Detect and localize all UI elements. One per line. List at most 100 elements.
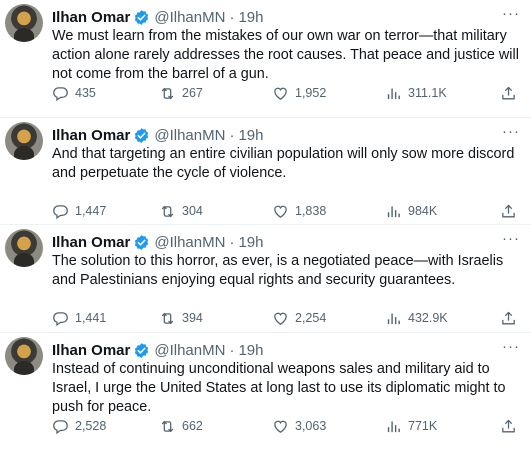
tweet-actions: 435 267 1,952 311.1K bbox=[52, 84, 522, 102]
views-button[interactable]: 432.9K bbox=[385, 309, 448, 327]
share-icon bbox=[502, 311, 515, 324]
reply-button[interactable]: 2,528 bbox=[52, 417, 106, 435]
more-options-icon[interactable]: ··· bbox=[501, 339, 521, 359]
repost-button[interactable]: 662 bbox=[159, 417, 203, 435]
tweet-text: Instead of continuing unconditional weap… bbox=[52, 361, 506, 415]
tweet-header: Ilhan Omar @IlhanMN · 19h bbox=[52, 340, 263, 360]
reply-icon bbox=[53, 311, 68, 326]
repost-button[interactable]: 304 bbox=[159, 202, 203, 220]
repost-button[interactable]: 267 bbox=[159, 84, 203, 102]
timestamp[interactable]: 19h bbox=[238, 342, 263, 359]
tweet-text: And that targeting an entire civilian po… bbox=[52, 146, 515, 181]
share-icon bbox=[502, 86, 515, 99]
share-icon bbox=[502, 419, 515, 432]
reply-icon bbox=[53, 204, 68, 219]
separator: · bbox=[229, 8, 235, 26]
author-name[interactable]: Ilhan Omar bbox=[52, 342, 130, 359]
author-handle[interactable]: @IlhanMN bbox=[154, 234, 225, 251]
like-button[interactable]: 3,063 bbox=[272, 417, 326, 435]
reply-icon bbox=[53, 86, 68, 101]
tweet-text: The solution to this horror, as ever, is… bbox=[52, 253, 504, 288]
timestamp[interactable]: 19h bbox=[238, 9, 263, 26]
like-count: 2,254 bbox=[295, 311, 327, 325]
reply-count: 435 bbox=[75, 86, 96, 100]
views-button[interactable]: 311.1K bbox=[385, 84, 447, 102]
author-name[interactable]: Ilhan Omar bbox=[52, 234, 130, 251]
verified-badge-icon bbox=[135, 9, 149, 25]
repost-icon bbox=[161, 420, 174, 432]
repost-icon bbox=[161, 312, 174, 324]
view-count: 984K bbox=[408, 204, 438, 218]
views-button[interactable]: 984K bbox=[385, 202, 437, 220]
like-count: 3,063 bbox=[295, 419, 327, 433]
tweet[interactable]: Ilhan Omar @IlhanMN · 19h ··· And that t… bbox=[0, 117, 531, 221]
heart-icon bbox=[274, 87, 287, 100]
share-button[interactable] bbox=[500, 84, 523, 102]
repost-count: 267 bbox=[182, 86, 203, 100]
tweet-actions: 1,441 394 2,254 432.9K bbox=[52, 309, 522, 327]
author-name[interactable]: Ilhan Omar bbox=[52, 127, 130, 144]
tweet-header: Ilhan Omar @IlhanMN · 19h bbox=[52, 232, 263, 252]
tweet-header: Ilhan Omar @IlhanMN · 19h bbox=[52, 7, 263, 27]
tweet-actions: 1,447 304 1,838 984K bbox=[52, 202, 522, 220]
repost-count: 304 bbox=[182, 204, 203, 218]
heart-icon bbox=[274, 420, 287, 433]
reply-count: 2,528 bbox=[75, 419, 107, 433]
repost-icon bbox=[161, 87, 174, 99]
author-name[interactable]: Ilhan Omar bbox=[52, 9, 130, 26]
heart-icon bbox=[274, 312, 287, 325]
heart-icon bbox=[274, 205, 287, 218]
more-options-icon[interactable]: ··· bbox=[501, 6, 521, 26]
repost-icon bbox=[161, 205, 174, 217]
timestamp[interactable]: 19h bbox=[238, 234, 263, 251]
like-count: 1,952 bbox=[295, 86, 327, 100]
like-button[interactable]: 2,254 bbox=[272, 309, 326, 327]
repost-count: 394 bbox=[182, 311, 203, 325]
tweet[interactable]: Ilhan Omar @IlhanMN · 19h ··· We must le… bbox=[0, 0, 531, 104]
like-button[interactable]: 1,952 bbox=[272, 84, 326, 102]
reply-button[interactable]: 1,441 bbox=[52, 309, 106, 327]
author-handle[interactable]: @IlhanMN bbox=[154, 127, 225, 144]
tweet[interactable]: Ilhan Omar @IlhanMN · 19h ··· Instead of… bbox=[0, 332, 531, 436]
tweet[interactable]: Ilhan Omar @IlhanMN · 19h ··· The soluti… bbox=[0, 224, 531, 328]
separator: · bbox=[229, 126, 235, 144]
views-chart-icon bbox=[387, 313, 400, 324]
share-icon bbox=[502, 204, 515, 217]
view-count: 432.9K bbox=[408, 311, 448, 325]
reply-count: 1,441 bbox=[75, 311, 107, 325]
avatar[interactable] bbox=[5, 337, 43, 375]
avatar[interactable] bbox=[5, 122, 43, 160]
views-button[interactable]: 771K bbox=[385, 417, 437, 435]
more-options-icon[interactable]: ··· bbox=[501, 231, 521, 251]
author-handle[interactable]: @IlhanMN bbox=[154, 342, 225, 359]
tweet-text: We must learn from the mistakes of our o… bbox=[52, 28, 519, 82]
repost-count: 662 bbox=[182, 419, 203, 433]
view-count: 311.1K bbox=[408, 86, 447, 100]
separator: · bbox=[229, 233, 235, 251]
verified-badge-icon bbox=[135, 234, 149, 250]
reply-count: 1,447 bbox=[75, 204, 107, 218]
views-chart-icon bbox=[387, 421, 400, 432]
views-chart-icon bbox=[387, 206, 400, 217]
share-button[interactable] bbox=[500, 309, 523, 327]
author-handle[interactable]: @IlhanMN bbox=[154, 9, 225, 26]
timestamp[interactable]: 19h bbox=[238, 127, 263, 144]
like-button[interactable]: 1,838 bbox=[272, 202, 326, 220]
tweet-header: Ilhan Omar @IlhanMN · 19h bbox=[52, 125, 263, 145]
repost-button[interactable]: 394 bbox=[159, 309, 203, 327]
reply-icon bbox=[53, 419, 68, 434]
reply-button[interactable]: 1,447 bbox=[52, 202, 106, 220]
view-count: 771K bbox=[408, 419, 438, 433]
verified-badge-icon bbox=[135, 342, 149, 358]
avatar[interactable] bbox=[5, 4, 43, 42]
verified-badge-icon bbox=[135, 127, 149, 143]
views-chart-icon bbox=[387, 88, 400, 99]
avatar[interactable] bbox=[5, 229, 43, 267]
separator: · bbox=[229, 341, 235, 359]
reply-button[interactable]: 435 bbox=[52, 84, 96, 102]
share-button[interactable] bbox=[500, 202, 523, 220]
like-count: 1,838 bbox=[295, 204, 327, 218]
share-button[interactable] bbox=[500, 417, 523, 435]
tweet-actions: 2,528 662 3,063 771K bbox=[52, 417, 522, 435]
more-options-icon[interactable]: ··· bbox=[501, 124, 521, 144]
